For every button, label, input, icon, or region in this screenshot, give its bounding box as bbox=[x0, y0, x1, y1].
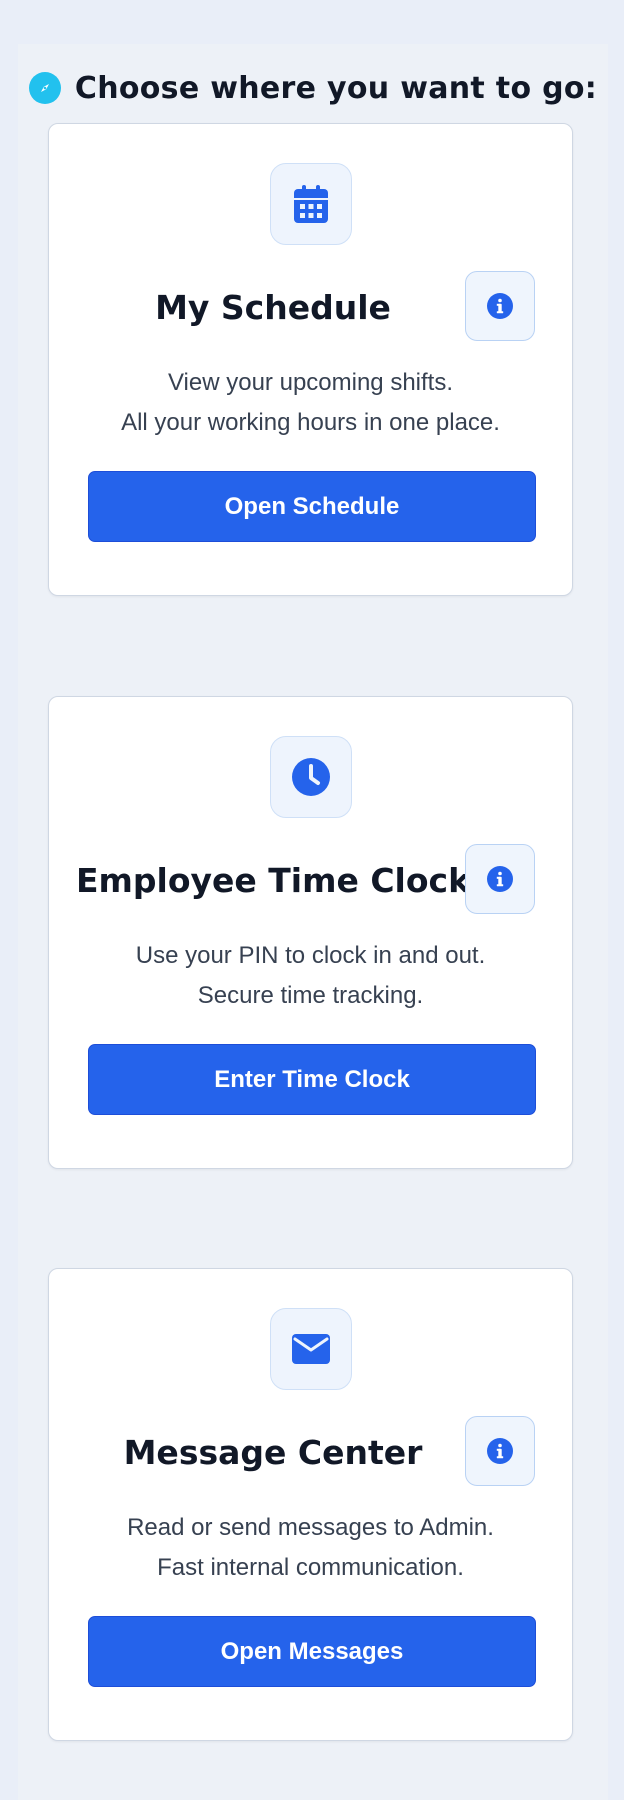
info-icon bbox=[487, 866, 513, 892]
info-icon bbox=[487, 1438, 513, 1464]
page-title: Choose where you want to go: bbox=[74, 70, 598, 106]
compass-icon bbox=[28, 72, 61, 104]
clock-icon bbox=[270, 736, 352, 818]
time-clock-card: Employee Time Clock Use your PIN to cloc… bbox=[48, 696, 573, 1169]
card-title: Message Center bbox=[123, 1432, 423, 1472]
card-description: Use your PIN to clock in and out. Secure… bbox=[49, 936, 572, 1016]
info-button[interactable] bbox=[465, 844, 535, 914]
info-button[interactable] bbox=[465, 271, 535, 341]
card-title: Employee Time Clock bbox=[75, 860, 471, 900]
card-title: My Schedule bbox=[155, 287, 391, 327]
description-line: Secure time tracking. bbox=[197, 982, 424, 1009]
schedule-card: My Schedule View your upcoming shifts. A… bbox=[48, 123, 573, 596]
description-line: View your upcoming shifts. bbox=[167, 369, 454, 396]
enter-time-clock-button[interactable]: Enter Time Clock bbox=[88, 1044, 536, 1115]
info-button[interactable] bbox=[465, 1416, 535, 1486]
description-line: Read or send messages to Admin. bbox=[127, 1514, 494, 1541]
message-center-card: Message Center Read or send messages to … bbox=[48, 1268, 573, 1741]
description-line: All your working hours in one place. bbox=[121, 409, 500, 436]
open-messages-button[interactable]: Open Messages bbox=[88, 1616, 536, 1687]
envelope-icon bbox=[270, 1308, 352, 1390]
info-icon bbox=[487, 293, 513, 319]
card-description: View your upcoming shifts. All your work… bbox=[49, 363, 572, 443]
page-container: Choose where you want to go: My Schedule bbox=[18, 44, 608, 1800]
card-description: Read or send messages to Admin. Fast int… bbox=[49, 1508, 572, 1588]
open-schedule-button[interactable]: Open Schedule bbox=[88, 471, 536, 542]
page-header: Choose where you want to go: bbox=[18, 64, 608, 112]
description-line: Use your PIN to clock in and out. bbox=[135, 942, 486, 969]
description-line: Fast internal communication. bbox=[157, 1554, 464, 1581]
calendar-icon bbox=[270, 163, 352, 245]
